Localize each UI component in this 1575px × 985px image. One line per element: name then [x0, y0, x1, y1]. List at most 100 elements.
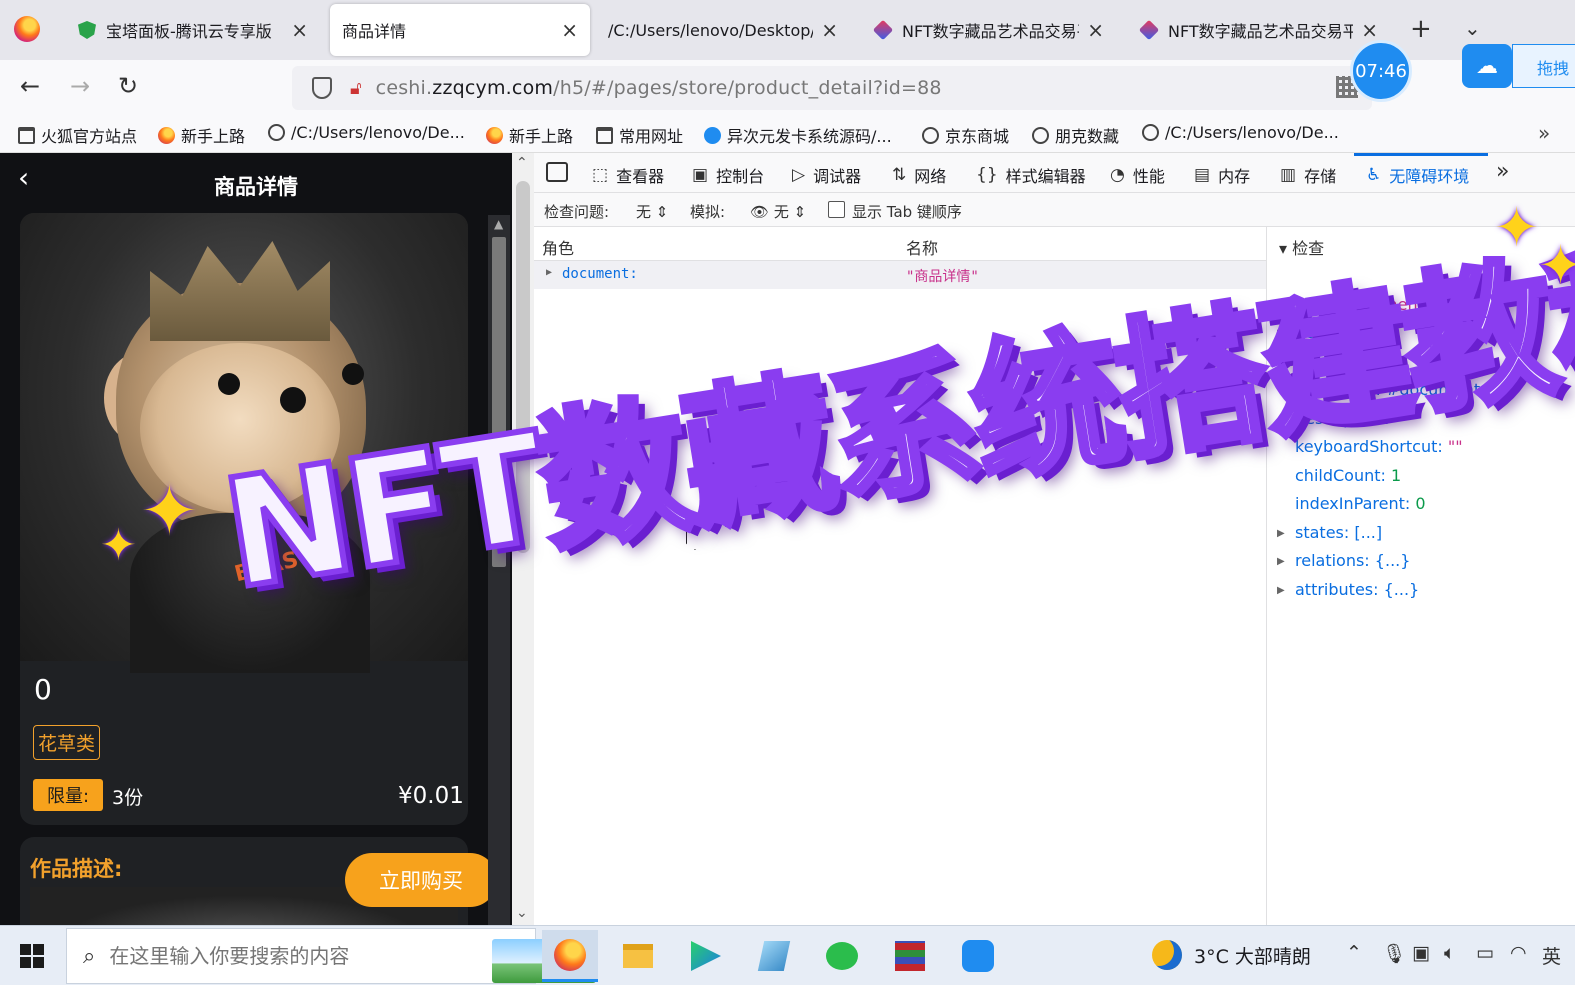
- property-row[interactable]: role: "document": [1295, 295, 1431, 314]
- bookmark-item[interactable]: 新手上路: [486, 123, 573, 147]
- bookmark-item[interactable]: 常用网址: [596, 123, 683, 147]
- recording-timer-badge[interactable]: 07:46: [1350, 40, 1412, 102]
- tree-row[interactable]: ▶ document: "商品详情": [534, 261, 1266, 289]
- bookmark-item[interactable]: /C:/Users/lenovo/De...: [1142, 123, 1339, 142]
- bookmark-item[interactable]: 火狐官方站点: [18, 123, 137, 147]
- display-icon[interactable]: ▣: [1412, 942, 1430, 964]
- tab-accessibility[interactable]: ♿︎ 无障碍环境: [1366, 163, 1469, 187]
- bookmark-item[interactable]: 异次元发卡系统源码/...: [704, 123, 892, 147]
- property-row[interactable]: keyboardShortcut: "": [1295, 437, 1463, 456]
- reload-icon[interactable]: ↻: [118, 72, 138, 100]
- expand-arrow-icon[interactable]: ▶: [1277, 585, 1285, 596]
- file-explorer-icon[interactable]: [610, 930, 666, 982]
- tab-debugger[interactable]: ▷ 调试器: [792, 163, 861, 187]
- tab-console[interactable]: ▣ 控制台: [692, 163, 764, 187]
- insecure-lock-icon[interactable]: 🔓︎: [350, 78, 362, 99]
- gear-icon[interactable]: ⚙: [1480, 380, 1499, 399]
- wifi-icon[interactable]: ◠: [1510, 942, 1527, 964]
- property-row[interactable]: relations: {...}: [1295, 551, 1410, 570]
- tab-order-checkbox[interactable]: [828, 201, 845, 218]
- property-row[interactable]: states: [...]: [1295, 523, 1382, 542]
- expand-arrow-icon[interactable]: ▶: [546, 267, 552, 278]
- bookmark-item[interactable]: 京东商城: [922, 123, 1009, 147]
- scroll-down-icon[interactable]: ⌄: [516, 905, 528, 921]
- column-role[interactable]: 角色: [542, 235, 574, 259]
- property-row[interactable]: attributes: {...}: [1295, 580, 1419, 599]
- property-row[interactable]: description: "": [1295, 409, 1409, 428]
- property-value: []: [1363, 323, 1376, 342]
- property-row[interactable]: actions: []: [1295, 323, 1376, 342]
- search-input[interactable]: [109, 944, 410, 968]
- tab-storage[interactable]: ▥ 存储: [1280, 163, 1336, 187]
- media-player-icon[interactable]: [678, 930, 734, 982]
- simulate-select[interactable]: 👁︎ 无 ⇕: [750, 201, 806, 222]
- drag-button[interactable]: 拖拽: [1512, 44, 1575, 88]
- chevron-down-icon[interactable]: ⌄: [1464, 16, 1481, 40]
- tab-style-editor[interactable]: {} 样式编辑器: [976, 163, 1086, 187]
- property-row[interactable]: childCount: 1: [1295, 466, 1401, 485]
- new-tab-icon[interactable]: +: [1410, 14, 1432, 44]
- windows-start-icon[interactable]: [20, 944, 44, 968]
- tab-memory[interactable]: ▤ 内存: [1194, 163, 1250, 187]
- chevron-up-icon[interactable]: ⌃: [1346, 942, 1362, 964]
- back-icon[interactable]: ←: [20, 72, 40, 100]
- tab-inspector[interactable]: ⬚ 查看器: [592, 163, 664, 187]
- address-bar[interactable]: 🔓︎ ceshi.zzqcym.com/h5/#/pages/store/pro…: [292, 66, 1372, 110]
- baidu-netdisk-icon[interactable]: [950, 930, 1006, 982]
- url-text[interactable]: ceshi.zzqcym.com/h5/#/pages/store/produc…: [376, 77, 942, 99]
- column-name[interactable]: 名称: [906, 235, 938, 259]
- close-icon[interactable]: ×: [1087, 18, 1104, 42]
- battery-icon[interactable]: ▭: [1476, 942, 1494, 964]
- scrollbar-thumb[interactable]: [516, 181, 530, 553]
- browser-tab[interactable]: /C:/Users/lenovo/Desktop/c ×: [596, 4, 850, 56]
- firefox-icon[interactable]: [14, 16, 40, 42]
- page-scrollbar[interactable]: ⌃ ⌄: [512, 153, 534, 925]
- speaker-icon[interactable]: 🔈︎: [1444, 942, 1455, 964]
- winrar-icon[interactable]: [882, 930, 938, 982]
- firefox-icon[interactable]: [542, 930, 598, 982]
- element-picker-icon[interactable]: [546, 162, 568, 182]
- chevron-right-double-icon[interactable]: »: [1496, 159, 1509, 184]
- property-row[interactable]: indexInParent: 0: [1295, 494, 1426, 513]
- forward-icon[interactable]: →: [70, 72, 90, 100]
- browser-tab[interactable]: NFT数字藏品艺术品交易平 ×: [1128, 4, 1390, 56]
- wechat-icon[interactable]: [814, 930, 870, 982]
- input-method-indicator[interactable]: 英: [1542, 942, 1561, 969]
- scroll-up-icon[interactable]: ▲: [494, 217, 503, 231]
- property-row[interactable]: DOMNode: #document ⚙: [1295, 380, 1500, 399]
- bookmark-item[interactable]: /C:/Users/lenovo/De...: [268, 123, 465, 142]
- microphone-icon[interactable]: 🎙︎: [1382, 942, 1406, 965]
- scrollbar-thumb[interactable]: [492, 237, 506, 567]
- property-value: "": [1394, 409, 1410, 428]
- tracking-shield-icon[interactable]: [312, 77, 332, 99]
- product-price: ¥0.01: [398, 783, 464, 809]
- property-row[interactable]: value: "": [1295, 352, 1364, 371]
- tab-network[interactable]: ⇅ 网络: [892, 163, 946, 187]
- taskbar-search[interactable]: ⌕: [66, 928, 596, 984]
- close-icon[interactable]: ×: [821, 18, 838, 42]
- close-icon[interactable]: ×: [1361, 18, 1378, 42]
- product-image[interactable]: BEAST: [20, 213, 468, 673]
- expand-arrow-icon[interactable]: ▶: [1277, 328, 1285, 339]
- expand-arrow-icon[interactable]: ▶: [1277, 528, 1285, 539]
- bookmark-item[interactable]: 朋克数藏: [1032, 123, 1119, 147]
- moon-cloud-icon: [1152, 940, 1182, 970]
- weather-widget[interactable]: 3°C 大部晴朗: [1152, 940, 1311, 970]
- simulate-label: 模拟:: [690, 203, 726, 221]
- scroll-up-icon[interactable]: ⌃: [516, 155, 528, 171]
- close-icon[interactable]: ×: [291, 18, 308, 42]
- browser-tab[interactable]: NFT数字藏品艺术品交易平 ×: [862, 4, 1116, 56]
- buy-now-button[interactable]: 立即购买: [345, 853, 497, 907]
- browser-tab[interactable]: 宝塔面板-腾讯云专享版 ×: [66, 4, 320, 56]
- expand-arrow-icon[interactable]: ▶: [1277, 556, 1285, 567]
- chevron-right-double-icon[interactable]: »: [1538, 121, 1550, 145]
- notepad-icon[interactable]: [746, 930, 802, 982]
- bookmark-item[interactable]: 新手上路: [158, 123, 245, 147]
- simulate-value: 无: [773, 203, 789, 221]
- browser-tab-active[interactable]: 商品详情 ×: [330, 4, 590, 56]
- cloud-sync-icon[interactable]: ☁: [1462, 44, 1512, 88]
- mobile-scrollbar[interactable]: ▲: [488, 215, 510, 925]
- check-issues-select[interactable]: 无 ⇕: [636, 201, 668, 222]
- tab-performance[interactable]: ◔ 性能: [1110, 163, 1165, 187]
- close-icon[interactable]: ×: [561, 18, 578, 42]
